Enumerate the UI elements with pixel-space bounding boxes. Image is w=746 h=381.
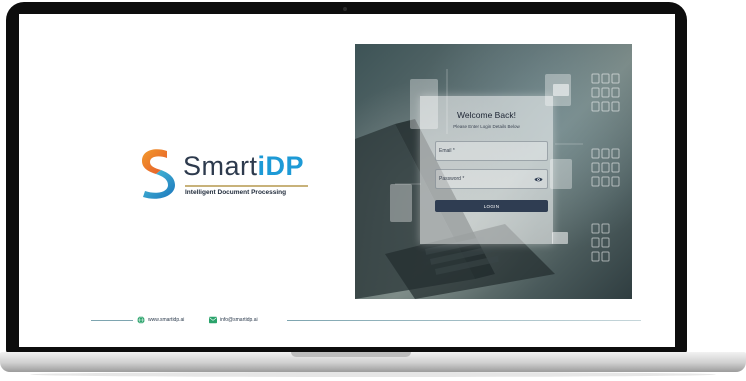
smartidp-s-logo-icon — [142, 149, 175, 199]
password-input[interactable] — [439, 170, 534, 188]
brand-tagline: Intelligent Document Processing — [185, 189, 287, 196]
website-link[interactable]: www.smartidp.ai — [148, 317, 184, 323]
footer-divider-right — [287, 320, 641, 321]
email-field — [435, 141, 548, 161]
laptop-notch — [291, 352, 411, 357]
email-input[interactable] — [439, 142, 534, 160]
brand-name: SmartiDP — [183, 151, 304, 181]
footer-email: info@smartidp.ai — [209, 314, 258, 326]
eye-icon[interactable] — [534, 176, 543, 183]
brand-name-part1: Smart — [183, 151, 258, 181]
mail-icon — [209, 316, 217, 324]
login-title: Welcome Back! — [457, 110, 516, 120]
laptop-lid: SmartiDP Intelligent Document Processing — [6, 2, 687, 354]
brand-underline — [185, 185, 308, 187]
laptop-base — [0, 352, 746, 372]
login-hero-panel: Welcome Back! Please Enter Login Details… — [355, 44, 632, 299]
password-field — [435, 169, 548, 189]
login-subtitle: Please Enter Login Details Below — [453, 124, 520, 129]
email-link[interactable]: info@smartidp.ai — [220, 317, 258, 323]
footer-contact: www.smartidp.ai info@smartidp.ai — [91, 314, 641, 326]
footer-website: www.smartidp.ai — [137, 314, 184, 326]
brand-logo: SmartiDP Intelligent Document Processing — [137, 147, 312, 213]
camera-dot — [343, 7, 347, 11]
login-card: Welcome Back! Please Enter Login Details… — [420, 96, 553, 244]
laptop-screen: SmartiDP Intelligent Document Processing — [19, 14, 675, 347]
globe-icon — [137, 316, 145, 324]
login-button[interactable]: LOGIN — [435, 200, 548, 212]
brand-name-part2: iDP — [257, 151, 305, 181]
footer-divider-left — [91, 320, 133, 321]
laptop-shadow — [30, 372, 716, 377]
